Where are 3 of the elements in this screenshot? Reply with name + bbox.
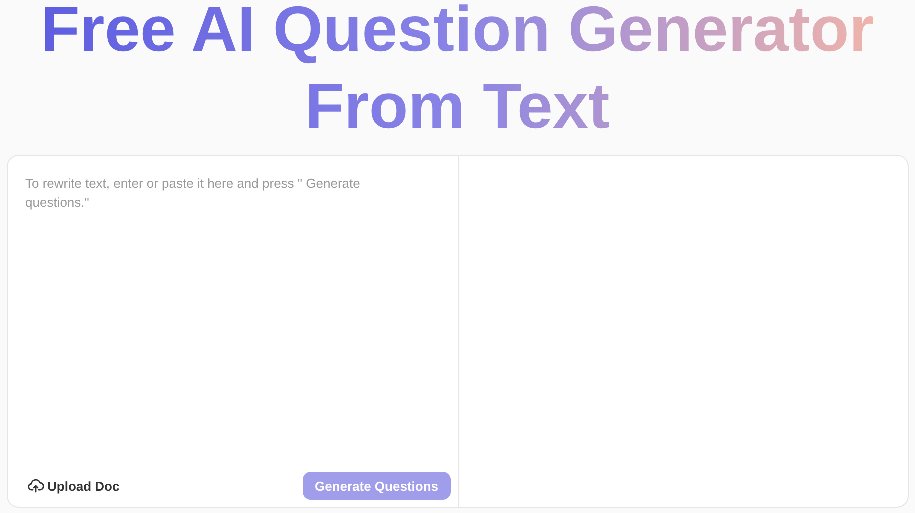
cloud-upload-icon (28, 479, 44, 493)
upload-doc-button[interactable]: Upload Doc (28, 478, 120, 494)
text-input-field[interactable]: To rewrite text, enter or paste it here and press " Generate questions." (6, 155, 458, 472)
